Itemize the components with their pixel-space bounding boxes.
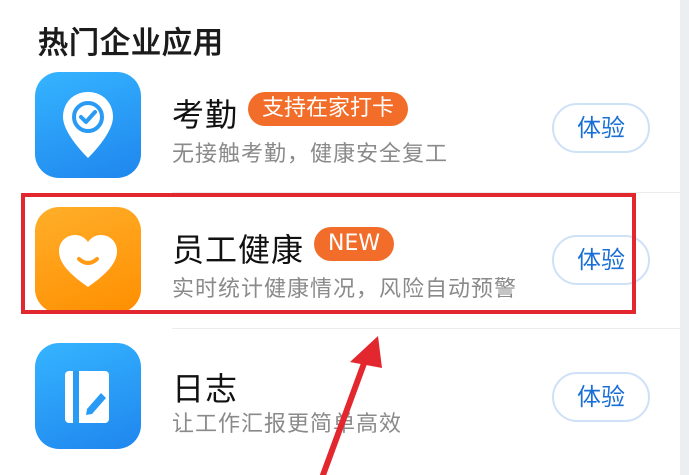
red-arrow-icon	[320, 336, 382, 475]
